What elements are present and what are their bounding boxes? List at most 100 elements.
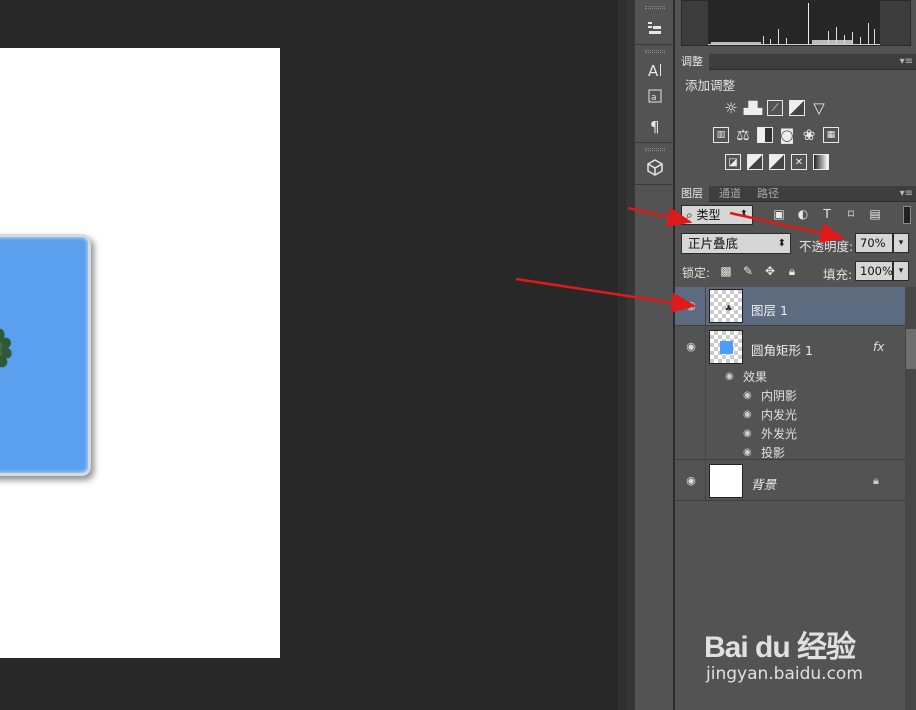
shape-layer-filter-icon[interactable]: ⌑: [843, 206, 859, 222]
fill-label: 填充:: [823, 267, 853, 282]
panel-menu-icon[interactable]: ▾≡: [900, 55, 913, 69]
layer-name[interactable]: 图层 1: [751, 300, 788, 319]
lock-position-icon[interactable]: ✥: [763, 264, 777, 278]
divider: [705, 287, 706, 325]
effect-item[interactable]: 外发光: [761, 425, 797, 442]
filter-toggle-switch[interactable]: [903, 206, 911, 224]
eye-icon[interactable]: ◉: [743, 390, 752, 401]
panel-menu-icon[interactable]: ▾≡: [900, 187, 913, 201]
histogram-graph: [708, 1, 880, 46]
layer-name[interactable]: 圆角矩形 1: [751, 340, 813, 359]
lock-image-pixels-icon[interactable]: ✎: [741, 264, 755, 278]
smart-object-filter-icon[interactable]: ▤: [867, 206, 883, 222]
opacity-dropdown-button[interactable]: ▾: [893, 233, 909, 253]
brightness-contrast-icon[interactable]: ☼: [723, 99, 739, 117]
layer-row[interactable]: ◉ 背景 🔒︎: [675, 461, 905, 501]
photo-filter-icon[interactable]: ◙: [779, 126, 795, 144]
fill-field[interactable]: 100%: [855, 261, 893, 281]
baidu-watermark: Bai du 经验 jingyan.baidu.com: [704, 612, 904, 692]
svg-text:a: a: [651, 93, 657, 103]
divider: [705, 327, 706, 459]
selective-color-icon[interactable]: ✕: [791, 154, 807, 170]
pixel-layer-filter-icon[interactable]: ▣: [771, 206, 787, 222]
lock-icon: 🔒︎: [873, 474, 879, 487]
paragraph-icon[interactable]: ¶: [643, 114, 667, 138]
curves-icon[interactable]: ⟋: [767, 100, 783, 116]
color-balance-icon[interactable]: ⚖: [735, 126, 751, 144]
3d-icon[interactable]: [643, 155, 667, 179]
adjustment-layer-filter-icon[interactable]: ◐: [795, 206, 811, 222]
effect-item[interactable]: 内阴影: [761, 387, 797, 404]
chevron-down-icon: ⬍: [739, 209, 748, 220]
fx-icon[interactable]: fx: [873, 340, 884, 354]
canvas-workspace[interactable]: [0, 0, 616, 710]
eye-icon[interactable]: ◉: [725, 371, 734, 382]
filter-kind-value: 类型: [696, 208, 721, 222]
layer-row[interactable]: ◉ 圆角矩形 1 fx ◉ 效果 ◉ 内阴影 ◉ 内发光 ◉ 外发光 ◉ 投影: [675, 327, 905, 460]
divider: [635, 184, 675, 185]
gradient-map-icon[interactable]: [813, 154, 829, 170]
opacity-field[interactable]: 70%: [855, 233, 893, 253]
invert-icon[interactable]: ◪: [725, 154, 741, 170]
lock-transparent-pixels-icon[interactable]: ▩: [719, 264, 733, 278]
tab-paths[interactable]: 路径: [751, 186, 785, 202]
layer-thumbnail: ♣: [709, 289, 743, 323]
search-icon: ⌕: [686, 208, 697, 222]
posterize-icon[interactable]: [747, 154, 763, 170]
divider: [635, 142, 675, 143]
eye-icon[interactable]: ◉: [743, 447, 752, 458]
svg-text:¶: ¶: [650, 118, 660, 135]
tab-channels[interactable]: 通道: [713, 186, 747, 202]
layers-tabbar: 图层 通道 路径 ▾≡: [675, 186, 916, 202]
svg-text:A: A: [648, 62, 659, 79]
color-lookup-icon[interactable]: ▦: [823, 127, 839, 143]
layer-filter-select[interactable]: ⌕ 类型 ⬍: [681, 205, 753, 225]
adjustments-title: 添加调整: [685, 78, 736, 93]
eye-icon[interactable]: ◉: [684, 340, 698, 354]
hue-saturation-icon[interactable]: ▥: [713, 127, 729, 143]
exposure-icon[interactable]: [789, 100, 805, 116]
scrollbar-thumb[interactable]: [906, 329, 916, 369]
layer-thumbnail: [709, 330, 743, 364]
effects-label[interactable]: 效果: [743, 368, 767, 385]
black-white-icon[interactable]: [757, 127, 773, 143]
character-icon[interactable]: A: [643, 58, 667, 82]
tab-layers[interactable]: 图层: [675, 186, 709, 202]
blend-mode-select[interactable]: 正片叠底 ⬍: [681, 233, 791, 254]
effect-item[interactable]: 投影: [761, 444, 785, 461]
adjustments-tabbar: 调整 ▾≡: [675, 54, 916, 70]
type-layer-filter-icon[interactable]: T: [819, 206, 835, 222]
shape-thumb: [720, 341, 733, 354]
layer-thumbnail: [709, 464, 743, 498]
fill-dropdown-button[interactable]: ▾: [893, 261, 909, 281]
histogram-panel: [681, 0, 911, 46]
divider: [705, 461, 706, 500]
divider: [635, 44, 675, 45]
clone-source-icon[interactable]: [643, 16, 667, 40]
lock-all-icon[interactable]: 🔒︎: [785, 264, 799, 278]
eye-icon[interactable]: ◉: [743, 409, 752, 420]
eye-icon[interactable]: ◉: [743, 428, 752, 439]
character-styles-icon[interactable]: a: [643, 84, 667, 108]
effect-item[interactable]: 内发光: [761, 406, 797, 423]
grip-handle[interactable]: [645, 148, 665, 151]
layer-name[interactable]: 背景: [751, 474, 776, 493]
grip-handle[interactable]: [645, 6, 665, 9]
threshold-icon[interactable]: [769, 154, 785, 170]
tab-adjustments[interactable]: 调整: [675, 54, 709, 70]
vibrance-icon[interactable]: ▽: [811, 99, 827, 117]
eye-icon[interactable]: ◉: [684, 474, 698, 488]
levels-icon[interactable]: ▟▙: [744, 100, 762, 116]
filter-icon-group: ▣ ◐ T ⌑ ▤: [771, 206, 883, 222]
grip-handle[interactable]: [645, 50, 665, 53]
watermark-url: jingyan.baidu.com: [706, 664, 863, 684]
tree-image: [0, 328, 12, 368]
lock-icon-group: ▩ ✎ ✥ 🔒︎: [719, 264, 799, 279]
right-panels: 调整 ▾≡ 添加调整 ☼ ▟▙ ⟋ ▽ ▥ ⚖ ◙ ❀ ▦ ◪ ✕ 图层 通道 …: [674, 0, 916, 710]
channel-mixer-icon[interactable]: ❀: [801, 126, 817, 144]
panel-collapse-bar[interactable]: [626, 0, 634, 710]
lock-label: 锁定:: [682, 266, 711, 280]
eye-icon[interactable]: ◉: [684, 299, 698, 313]
blend-mode-value: 正片叠底: [688, 236, 739, 251]
layer-row[interactable]: ◉ ♣ 图层 1: [675, 287, 905, 326]
